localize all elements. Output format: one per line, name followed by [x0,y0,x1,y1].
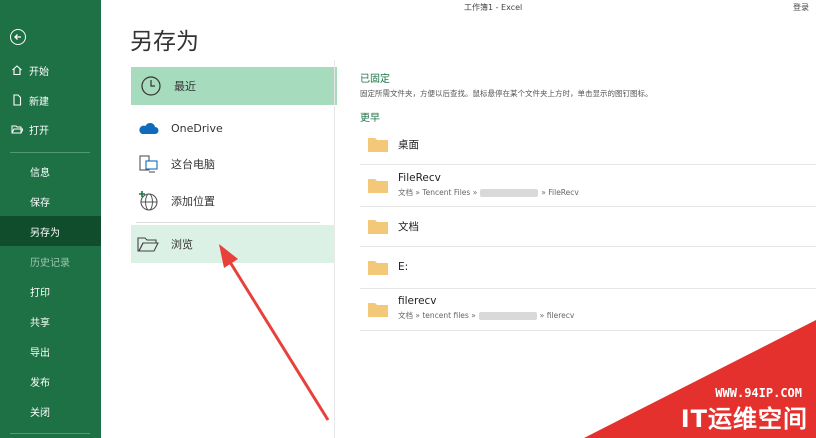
location-add-place[interactable]: 添加位置 [131,182,334,220]
globe-add-icon [137,190,159,212]
folder-name: E: [398,261,409,273]
location-label: 这台电脑 [171,158,215,171]
folder-path: 文档 » Tencent Files » » FileRecv [398,187,579,198]
folder-icon [368,259,388,275]
folder-row-documents[interactable]: 文档 [360,206,816,247]
sidebar-item-share[interactable]: 共享 [0,306,101,336]
sidebar-item-history[interactable]: 历史记录 [0,246,101,276]
sidebar-item-open[interactable]: 打开 [0,114,101,144]
sidebar-item-export[interactable]: 导出 [0,336,101,366]
redacted-path [478,312,537,320]
sidebar-item-save[interactable]: 保存 [0,186,101,216]
watermark: WWW.94IP.COM IT运维空间 [584,320,816,438]
sidebar-item-close[interactable]: 关闭 [0,396,101,426]
folder-icon [368,177,388,193]
location-label: OneDrive [171,121,223,135]
sidebar-item-label: 打印 [30,287,50,299]
watermark-brand: IT运维空间 [680,405,808,433]
sidebar-item-new[interactable]: 新建 [0,85,101,115]
folder-path-start: 文档 » tencent files » [398,311,476,320]
open-folder-icon [11,123,23,135]
clock-icon [140,75,162,97]
sidebar-item-label: 新建 [29,96,49,108]
folder-open-icon [137,233,159,255]
folder-name: 桌面 [398,139,419,151]
sidebar-item-label: 信息 [30,167,50,179]
sidebar-item-label: 保存 [30,197,50,209]
sidebar-item-label: 导出 [30,347,50,359]
sidebar-item-home[interactable]: 开始 [0,55,101,85]
sidebar-item-label: 打开 [29,125,49,137]
folder-name: 文档 [398,221,419,233]
back-arrow-icon[interactable] [10,29,26,45]
redacted-path [480,189,539,197]
watermark-url: WWW.94IP.COM [715,386,802,400]
sidebar-item-label: 关闭 [30,407,50,419]
folder-path-end: » FileRecv [541,188,579,197]
location-label: 最近 [174,80,196,93]
sidebar-divider [10,433,90,434]
location-label: 添加位置 [171,195,215,208]
folder-path-end: » filerecv [539,311,575,320]
folder-icon [368,301,388,317]
sidebar-item-label: 共享 [30,317,50,329]
sidebar-item-label: 另存为 [30,227,60,239]
folder-name: FileRecv [398,172,441,184]
sidebar-item-print[interactable]: 打印 [0,276,101,306]
sidebar-item-label: 发布 [30,377,50,389]
folder-row-desktop[interactable]: 桌面 [360,124,816,165]
older-section-title: 更早 [360,113,380,124]
computer-icon [137,153,159,175]
location-this-pc[interactable]: 这台电脑 [131,145,334,183]
folder-name: filerecv [398,295,437,307]
sidebar-item-publish[interactable]: 发布 [0,366,101,396]
folder-icon [368,218,388,234]
folder-path-start: 文档 » Tencent Files » [398,188,478,197]
sidebar-divider [10,152,90,153]
location-recent[interactable]: 最近 [131,67,337,105]
sidebar-item-save-as[interactable]: 另存为 [0,216,101,246]
folder-row-filerecv[interactable]: FileRecv 文档 » Tencent Files » » FileRecv [360,164,816,207]
home-icon [11,64,23,76]
sidebar-item-info[interactable]: 信息 [0,156,101,186]
new-document-icon [11,94,23,106]
pinned-description: 固定所需文件夹，方便以后查找。鼠标悬停在某个文件夹上方时，单击显示的图钉图标。 [360,89,653,98]
page-title: 另存为 [130,29,199,55]
folder-icon [368,136,388,152]
folder-path: 文档 » tencent files » » filerecv [398,310,574,321]
pinned-section-title: 已固定 [360,74,390,85]
title-bar: 工作簿1 - Excel 登录 [101,0,816,14]
column-divider [334,60,335,438]
location-browse[interactable]: 浏览 [131,225,334,263]
backstage-sidebar: 开始 新建 打开 信息 保存 另存为 历史记录 打印 共享 导出 发布 关闭 [0,0,101,438]
location-onedrive[interactable]: OneDrive [131,109,334,147]
window-title: 工作簿1 - Excel [464,3,523,12]
sidebar-item-label: 开始 [29,66,49,78]
login-link[interactable]: 登录 [793,2,809,13]
sidebar-item-label: 历史记录 [30,257,70,269]
folder-row-e-drive[interactable]: E: [360,246,816,289]
locations-divider [136,222,320,223]
cloud-icon [137,117,159,139]
location-label: 浏览 [171,238,193,251]
